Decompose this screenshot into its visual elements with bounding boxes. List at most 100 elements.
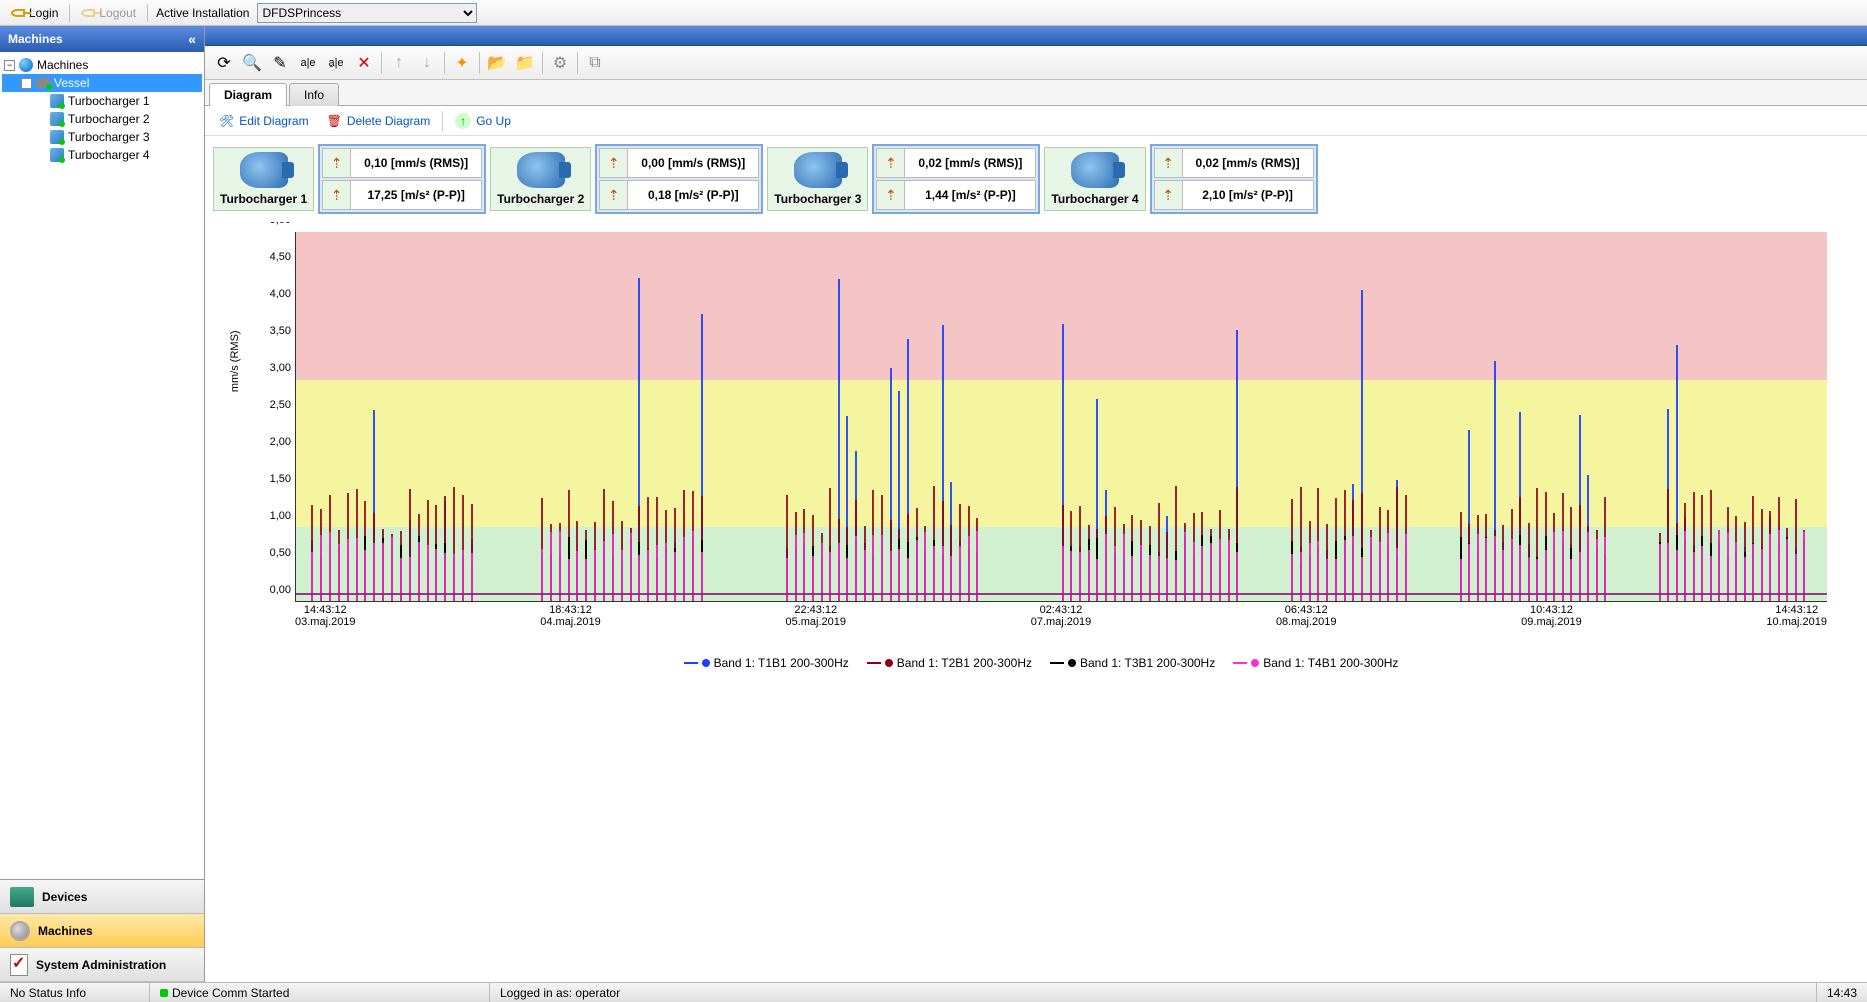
collapse-panel-button[interactable]: « [188, 31, 196, 47]
data-spike [692, 531, 694, 601]
data-spike [872, 535, 874, 601]
search-icon[interactable]: 🔍 [239, 50, 265, 76]
data-spike [1123, 534, 1125, 601]
delete-icon[interactable]: ✕ [351, 50, 377, 76]
chart-legend: Band 1: T1B1 200-300HzBand 1: T2B1 200-3… [245, 656, 1837, 670]
turbocharger-icon [49, 111, 65, 127]
checklist-icon [10, 954, 28, 976]
x-tick: 10:43:1209.maj.2019 [1521, 604, 1582, 644]
pp-value: 0,18 [m/s² (P-P)] [628, 184, 758, 206]
data-spike [1477, 534, 1479, 601]
gear-icon [10, 921, 30, 941]
turbocharger-card-3[interactable]: Turbocharger 3⇡0,02 [mm/s (RMS)]⇡1,44 [m… [767, 144, 1040, 214]
up-arrow-icon[interactable]: ↑ [386, 50, 412, 76]
delete-diagram-button[interactable]: 🗑 Delete Diagram [321, 111, 437, 131]
separator [577, 52, 578, 74]
key-icon [11, 9, 25, 17]
tab-info[interactable]: Info [289, 83, 339, 106]
data-spike [803, 533, 805, 601]
separator [381, 52, 382, 74]
data-spike [795, 535, 797, 601]
card-label-box: Turbocharger 2 [490, 147, 591, 211]
turbocharger-card-1[interactable]: Turbocharger 1⇡0,10 [mm/s (RMS)]⇡17,25 [… [213, 144, 486, 214]
data-spike [1344, 540, 1346, 601]
data-spike [1553, 532, 1555, 601]
left-panel: Machines « − Machines − Vessel Turbochar… [0, 26, 205, 982]
tree-node-turbo1[interactable]: Turbocharger 1 [2, 92, 202, 110]
turbocharger-card-2[interactable]: Turbocharger 2⇡0,00 [mm/s (RMS)]⇡0,18 [m… [490, 144, 763, 214]
data-spike [630, 533, 632, 601]
edit-icon[interactable]: ✎ [267, 50, 293, 76]
tree-label: Turbocharger 4 [68, 148, 150, 162]
tree-node-turbo2[interactable]: Turbocharger 2 [2, 110, 202, 128]
tree-root-machines[interactable]: − Machines [2, 56, 202, 74]
data-spike [1718, 530, 1720, 601]
pp-value: 1,44 [m/s² (P-P)] [905, 184, 1035, 206]
rename-icon[interactable]: a|e [295, 50, 321, 76]
rms-value: 0,02 [mm/s (RMS)] [905, 152, 1035, 174]
rms-value: 0,02 [mm/s (RMS)] [1183, 152, 1313, 174]
top-toolbar: Login Logout Active Installation DFDSPri… [0, 0, 1867, 26]
tab-strip: Diagram Info [205, 80, 1867, 106]
turbine-icon [794, 152, 842, 188]
globe-icon [18, 57, 34, 73]
nav-machines[interactable]: Machines [0, 914, 204, 948]
tab-diagram[interactable]: Diagram [209, 83, 287, 106]
data-spike [1184, 532, 1186, 601]
expand-toggle[interactable]: − [4, 60, 15, 71]
expand-toggle[interactable]: − [21, 78, 32, 89]
data-spike [1219, 539, 1221, 601]
logout-button[interactable]: Logout [74, 3, 143, 23]
active-installation-select[interactable]: DFDSPrincess [257, 3, 477, 23]
login-button[interactable]: Login [4, 3, 65, 23]
edit-diagram-icon: 🛠 [219, 114, 234, 128]
y-axis: mm/s (RMS) 0,000,501,001,502,002,503,003… [245, 232, 295, 602]
edit-diagram-button[interactable]: 🛠 Edit Diagram [213, 111, 315, 131]
puzzle-icon[interactable]: ✦ [449, 50, 475, 76]
turbine-icon [1071, 152, 1119, 188]
content-area: ⟳ 🔍 ✎ a|e a̱|e ✕ ↑ ↓ ✦ 📂 📁 ⚙ ⧉ Diagram I… [205, 26, 1867, 982]
data-spike [320, 535, 322, 601]
gear-icon[interactable]: ⚙ [547, 50, 573, 76]
y-tick: 5,00 [270, 222, 291, 226]
legend-item: Band 1: T3B1 200-300Hz [1050, 656, 1215, 670]
baseline [296, 593, 1827, 595]
devices-icon [10, 887, 34, 907]
go-up-button[interactable]: ↑ Go Up [449, 110, 517, 132]
refresh-icon[interactable]: ⟳ [211, 50, 237, 76]
down-arrow-icon[interactable]: ↓ [414, 50, 440, 76]
copy-icon[interactable]: ⧉ [582, 50, 608, 76]
card-values: ⇡0,02 [mm/s (RMS)]⇡2,10 [m/s² (P-P)] [1150, 144, 1318, 214]
chart-icon: ⇡ [323, 149, 351, 177]
pp-value-row: ⇡1,44 [m/s² (P-P)] [876, 180, 1036, 210]
separator [479, 52, 480, 74]
card-label-box: Turbocharger 3 [767, 147, 868, 211]
data-spike [1387, 533, 1389, 601]
y-tick: 3,50 [270, 325, 291, 337]
turbocharger-cards-row: Turbocharger 1⇡0,10 [mm/s (RMS)]⇡17,25 [… [205, 136, 1867, 222]
x-tick: 14:43:1203.maj.2019 [295, 604, 356, 644]
nav-sysadmin[interactable]: System Administration [0, 948, 204, 982]
data-spike [550, 532, 552, 601]
folder-icon[interactable]: 📁 [512, 50, 538, 76]
tree-label: Turbocharger 3 [68, 130, 150, 144]
x-tick: 02:43:1207.maj.2019 [1031, 604, 1092, 644]
tree-node-turbo4[interactable]: Turbocharger 4 [2, 146, 202, 164]
data-spike [924, 532, 926, 601]
turbocharger-icon [49, 93, 65, 109]
plot-area[interactable] [295, 232, 1827, 602]
turbocharger-card-4[interactable]: Turbocharger 4⇡0,02 [mm/s (RMS)]⇡2,10 [m… [1044, 144, 1317, 214]
tree-node-turbo3[interactable]: Turbocharger 3 [2, 128, 202, 146]
rms-value-row: ⇡0,02 [mm/s (RMS)] [876, 148, 1036, 178]
folder-open-icon[interactable]: 📂 [484, 50, 510, 76]
tree-node-vessel[interactable]: − Vessel [2, 74, 202, 92]
nav-devices[interactable]: Devices [0, 880, 204, 914]
turbocharger-icon [49, 147, 65, 163]
data-spike [347, 539, 349, 601]
data-spike [683, 537, 685, 601]
chart-icon: ⇡ [877, 181, 905, 209]
rename2-icon[interactable]: a̱|e [323, 50, 349, 76]
data-spike [1596, 539, 1598, 601]
data-spike [391, 537, 393, 601]
chart-area[interactable]: mm/s (RMS) 0,000,501,001,502,002,503,003… [245, 232, 1837, 652]
